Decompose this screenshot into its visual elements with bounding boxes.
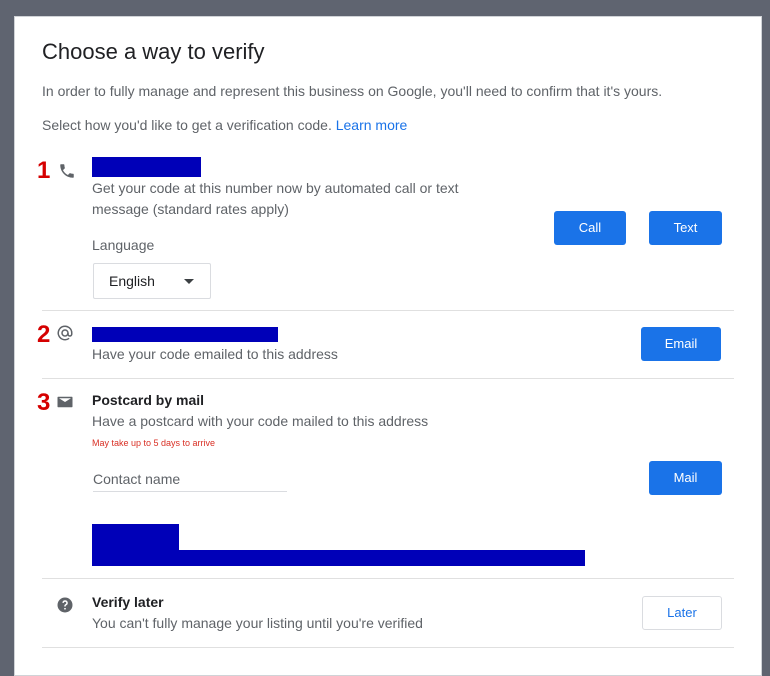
verify-later-description: You can't fully manage your listing unti…	[92, 615, 423, 631]
phone-description-line-2: message (standard rates apply)	[92, 201, 289, 217]
redacted-address-line-1	[92, 524, 179, 550]
email-button[interactable]: Email	[641, 327, 721, 361]
mail-button[interactable]: Mail	[649, 461, 722, 495]
delivery-warning: May take up to 5 days to arrive	[92, 438, 216, 448]
call-button[interactable]: Call	[554, 211, 626, 245]
divider	[42, 578, 734, 579]
later-button[interactable]: Later	[642, 596, 722, 630]
redacted-address-line-2	[92, 550, 585, 566]
email-description: Have your code emailed to this address	[92, 346, 338, 362]
dialog-title: Choose a way to verify	[42, 39, 265, 64]
redacted-phone-number	[92, 157, 201, 177]
text-button[interactable]: Text	[649, 211, 722, 245]
annotation-number-2: 2	[37, 321, 51, 348]
at-sign-icon	[57, 325, 73, 341]
postcard-description: Have a postcard with your code mailed to…	[92, 413, 429, 429]
language-label: Language	[92, 237, 155, 253]
annotation-number-1: 1	[37, 157, 51, 184]
learn-more-link[interactable]: Learn more	[336, 117, 408, 133]
postcard-title: Postcard by mail	[92, 392, 205, 408]
envelope-icon	[57, 396, 73, 408]
contact-name-field[interactable]: Contact name	[93, 471, 180, 487]
phone-icon	[60, 164, 74, 178]
divider	[42, 378, 734, 379]
verify-later-title: Verify later	[92, 594, 164, 610]
caret-down-icon	[184, 279, 194, 284]
intro-text: In order to fully manage and represent t…	[42, 83, 663, 99]
divider	[42, 310, 734, 311]
help-circle-icon	[57, 597, 73, 613]
redacted-email-address	[92, 327, 278, 342]
annotation-number-3: 3	[37, 389, 51, 416]
divider	[42, 647, 734, 648]
contact-name-underline	[93, 491, 287, 492]
phone-description-line-1: Get your code at this number now by auto…	[92, 180, 459, 196]
select-method-label: Select how you'd like to get a verificat…	[42, 117, 332, 133]
language-value: English	[109, 273, 155, 289]
verification-dialog: Choose a way to verify In order to fully…	[14, 16, 762, 676]
select-method-text: Select how you'd like to get a verificat…	[42, 117, 407, 133]
language-select[interactable]: English	[93, 263, 211, 299]
